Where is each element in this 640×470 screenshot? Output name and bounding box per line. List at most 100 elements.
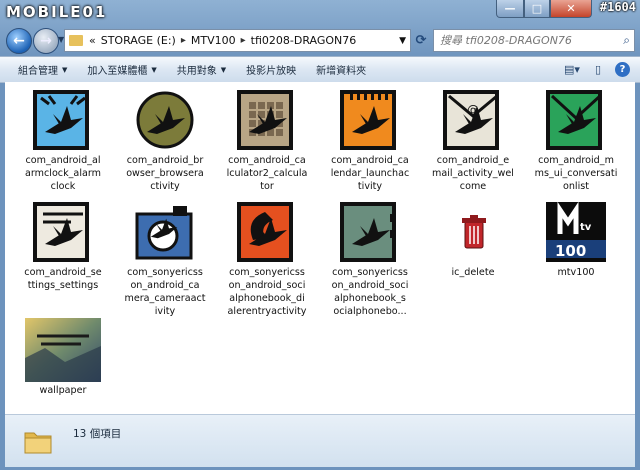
- file-label-line: com_sonyericss: [332, 267, 408, 278]
- command-bar: 組合管理 ▼ 加入至媒體櫃 ▼ 共用對象 ▼ 投影片放映 新增資料夾 ▤▾ ▯ ?: [0, 56, 640, 83]
- file-label: com_sonyericss on_android_soci alphonebook…: [322, 266, 418, 318]
- file-item[interactable]: com_sonyericss on_android_soci alphonebook…: [219, 200, 315, 318]
- chevron-down-icon: ▼: [151, 65, 157, 74]
- file-label-line: com_android_se: [24, 267, 102, 278]
- add-to-library-menu[interactable]: 加入至媒體櫃 ▼: [87, 62, 157, 78]
- file-label-line: ic_delete: [451, 267, 495, 278]
- breadcrumb-storage[interactable]: STORAGE (E:): [101, 34, 176, 47]
- file-label-line: on_android_soci: [331, 280, 409, 291]
- file-item[interactable]: com_android_ca lendar_launchactivity: [322, 88, 418, 193]
- file-item[interactable]: com_android_se ttings_settings: [15, 200, 111, 292]
- file-label: com_android_e mail_activity_welcome: [425, 154, 521, 193]
- refresh-icon[interactable]: ⟳: [412, 31, 430, 49]
- svg-text:tv: tv: [580, 222, 592, 233]
- search-icon[interactable]: ⌕: [623, 33, 630, 48]
- file-label-line: com_android_al: [25, 155, 101, 166]
- explorer-window: MOBILE01 — □ ✕ #1604 ← → ▼ « STORAGE (E:…: [0, 0, 640, 470]
- file-label: com_android_m ms_ui_conversati onlist: [528, 154, 624, 193]
- folder-icon: [24, 432, 52, 454]
- file-label-line: onlist: [562, 181, 590, 192]
- minimize-button[interactable]: —: [496, 0, 524, 18]
- slideshow-button[interactable]: 投影片放映: [246, 62, 296, 77]
- calendar-crane-icon: [338, 88, 402, 152]
- settings-crane-icon: [31, 200, 95, 264]
- file-item[interactable]: tv 100 mtv100: [528, 200, 624, 279]
- file-label-line: com_android_br: [126, 155, 204, 166]
- file-list: com_android_al armclock_alarm clock com_and…: [5, 82, 635, 414]
- chevron-down-icon: ▼: [220, 65, 227, 74]
- file-item[interactable]: com_android_al armclock_alarm clock: [15, 88, 111, 193]
- file-label: com_android_ca lculator2_calcula tor: [219, 154, 315, 193]
- file-label: com_sonyericss on_android_soci alphonebook…: [219, 266, 315, 318]
- watermark-tag: #1604: [599, 0, 636, 14]
- close-button[interactable]: ✕: [550, 0, 592, 18]
- calculator-crane-icon: [235, 88, 299, 152]
- file-label-line: on_android_ca: [130, 280, 200, 291]
- file-item[interactable]: com_sonyericss on_android_ca mera_cameraac…: [117, 200, 213, 318]
- breadcrumb-separator-icon[interactable]: ▸: [181, 35, 186, 46]
- file-label: ic_delete: [425, 266, 521, 279]
- address-dropdown-icon[interactable]: ▼: [399, 36, 406, 46]
- file-label-line: com_android_ca: [331, 155, 409, 166]
- file-label-line: com_android_ca: [228, 155, 306, 166]
- item-count: 13 個項目: [73, 428, 122, 440]
- slideshow-label: 投影片放映: [246, 66, 297, 77]
- file-label-line: com_android_e: [436, 155, 510, 166]
- file-label-line: com_sonyericss: [229, 267, 305, 278]
- file-label-line: tivity: [357, 181, 383, 192]
- address-bar[interactable]: « STORAGE (E:) ▸ MTV100 ▸ tfi0208-DRAGON…: [64, 29, 411, 52]
- file-label-line: com_sonyericss: [127, 267, 203, 278]
- file-label-line: on_android_soci: [228, 280, 306, 291]
- file-label: com_android_ca lendar_launchactivity: [322, 154, 418, 193]
- file-label: com_android_al armclock_alarm clock: [15, 154, 111, 193]
- search-box[interactable]: ⌕: [433, 29, 635, 52]
- wallpaper-thumbnail: [25, 318, 101, 382]
- file-label-line: owser_browsera: [126, 168, 204, 179]
- file-label-line: tor: [260, 181, 274, 192]
- organize-label: 組合管理: [18, 66, 58, 77]
- file-label-line: wallpaper: [39, 385, 87, 396]
- file-label: com_sonyericss on_android_ca mera_cameraac…: [117, 266, 213, 318]
- new-folder-button[interactable]: 新增資料夾: [316, 62, 366, 77]
- breadcrumb-mtv100[interactable]: MTV100: [191, 34, 236, 47]
- preview-pane-icon[interactable]: ▯: [589, 62, 607, 78]
- browser-crane-icon: [133, 88, 197, 152]
- file-label-line: mail_activity_wel: [432, 168, 514, 179]
- caption-buttons: — □ ✕: [496, 0, 592, 18]
- file-label-line: ctivity: [150, 181, 180, 192]
- file-label-line: ttings_settings: [27, 280, 99, 291]
- forward-button[interactable]: →: [33, 28, 59, 54]
- file-item[interactable]: com_sonyericss on_android_soci alphonebook…: [322, 200, 418, 318]
- maximize-button[interactable]: □: [524, 0, 550, 18]
- file-label: mtv100: [528, 266, 624, 279]
- watermark-logo: MOBILE01: [6, 3, 108, 21]
- details-pane: 13 個項目: [5, 414, 635, 467]
- navigation-bar: ← → ▼ « STORAGE (E:) ▸ MTV100 ▸ tfi0208-…: [0, 26, 640, 56]
- file-item[interactable]: com_android_ca lculator2_calcula tor: [219, 88, 315, 193]
- file-item[interactable]: ic_delete: [425, 200, 521, 279]
- search-input[interactable]: [438, 33, 612, 48]
- file-label-line: come: [459, 181, 487, 192]
- organize-menu[interactable]: 組合管理 ▼: [18, 62, 68, 78]
- messaging-crane-icon: [544, 88, 608, 152]
- view-options-icon[interactable]: ▤▾: [563, 62, 581, 78]
- svg-text:100: 100: [555, 242, 586, 260]
- file-label-line: com_android_m: [538, 155, 614, 166]
- file-item[interactable]: wallpaper: [15, 318, 111, 397]
- file-label-line: lendar_launchac: [330, 168, 410, 179]
- help-icon[interactable]: ?: [615, 62, 630, 77]
- file-item[interactable]: com_android_br owser_browseractivity: [117, 88, 213, 193]
- share-with-label: 共用對象: [176, 66, 217, 77]
- add-to-library-label: 加入至媒體櫃: [87, 66, 148, 77]
- breadcrumb-current-folder[interactable]: tfi0208-DRAGON76: [251, 34, 357, 47]
- file-item[interactable]: com_android_m ms_ui_conversati onlist: [528, 88, 624, 193]
- back-button[interactable]: ←: [6, 28, 32, 54]
- share-with-menu[interactable]: 共用對象 ▼: [176, 62, 227, 78]
- camera-crane-icon: [133, 200, 197, 264]
- trash-icon: [441, 200, 505, 264]
- file-label-line: mera_cameraact: [124, 293, 206, 304]
- chevron-down-icon: ▼: [62, 65, 68, 74]
- breadcrumb-separator-icon[interactable]: ▸: [241, 35, 246, 46]
- breadcrumb-overflow[interactable]: «: [89, 34, 96, 47]
- file-item[interactable]: @ com_android_e mail_activity_wel come: [425, 88, 521, 193]
